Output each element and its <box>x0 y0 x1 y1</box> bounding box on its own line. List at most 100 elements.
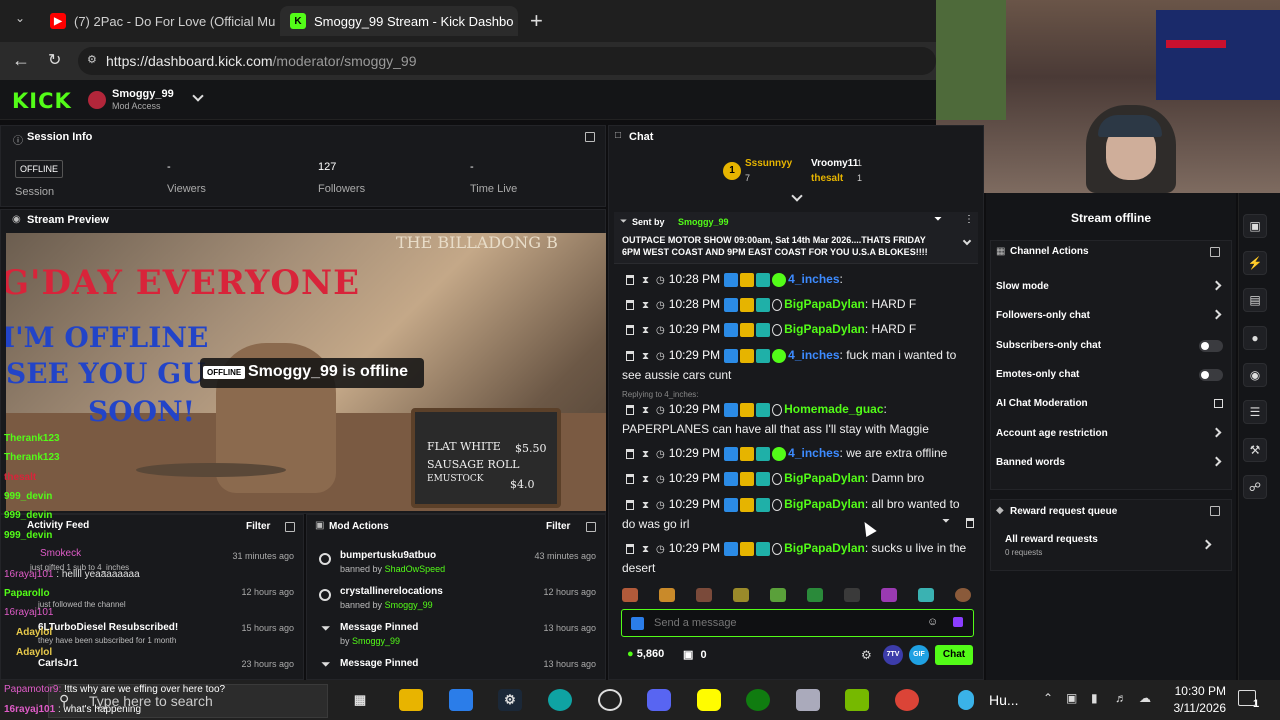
expand-icon[interactable] <box>1210 247 1220 257</box>
chat-message[interactable]: ⧗ ◷ 10:28 PM 4_inches: <box>622 270 974 290</box>
share-icon[interactable]: ☍ <box>1243 475 1267 499</box>
weather-text[interactable]: Hu... <box>989 692 1019 708</box>
hourglass-icon[interactable]: ⧗ <box>642 497 649 515</box>
emote-icon[interactable] <box>770 588 786 602</box>
7tv-button[interactable]: 7TV <box>883 645 903 665</box>
file-explorer-icon[interactable] <box>399 689 423 711</box>
hourglass-icon[interactable]: ⧗ <box>642 471 649 489</box>
hourglass-icon[interactable]: ⧗ <box>642 446 649 464</box>
expand-icon[interactable] <box>586 522 596 532</box>
hourglass-icon[interactable]: ⧗ <box>642 297 649 315</box>
site-info-icon[interactable]: ⚙ <box>87 53 97 66</box>
ai-moderation-item[interactable]: AI Chat Moderation <box>996 398 1088 409</box>
delete-icon[interactable] <box>626 473 634 484</box>
message-username[interactable]: BigPapaDylan <box>784 471 865 485</box>
tab-list-button[interactable]: ⌄ <box>10 11 30 31</box>
message-username[interactable]: BigPapaDylan <box>784 541 865 555</box>
tray-icon[interactable]: ▣ <box>1066 691 1077 705</box>
new-tab-button[interactable]: + <box>530 8 543 34</box>
wrench-icon[interactable]: ⚒ <box>1243 438 1267 462</box>
obs-icon[interactable] <box>598 689 622 711</box>
back-icon[interactable]: ← <box>12 50 30 71</box>
emote-icon[interactable] <box>807 588 823 602</box>
gear-icon[interactable]: ⚙ <box>861 648 872 662</box>
chat-message[interactable]: ⧗ ◷ 10:29 PM 4_inches: we are extra offline <box>622 444 974 464</box>
expand-icon[interactable] <box>1210 506 1220 516</box>
edge-icon[interactable] <box>548 689 572 711</box>
message-username[interactable]: Homemade_guac <box>784 402 883 416</box>
browser-tab-kick[interactable]: K Smoggy_99 Stream - Kick Dashbo ✕ <box>280 6 518 36</box>
kick-logo[interactable]: KICK <box>12 89 72 113</box>
slow-mode-item[interactable]: Slow mode <box>996 281 1049 292</box>
delete-icon[interactable] <box>966 518 974 528</box>
followers-only-item[interactable]: Followers-only chat <box>996 310 1090 321</box>
hourglass-icon[interactable]: ⧗ <box>642 348 649 366</box>
emotes-only-toggle[interactable] <box>1199 369 1223 381</box>
chat-message[interactable]: ⧗ ◷ 10:29 PM BigPapaDylan: HARD F <box>622 320 974 340</box>
more-icon[interactable]: ⋮ <box>964 214 974 225</box>
chat-bubble-icon[interactable]: ● <box>1243 326 1267 350</box>
expand-icon[interactable] <box>285 522 295 532</box>
subscribers-only-toggle[interactable] <box>1199 340 1223 352</box>
hourglass-icon[interactable]: ⧗ <box>642 272 649 290</box>
chat-message[interactable]: ⧗ ◷ 10:29 PM BigPapaDylan: sucks u live in … <box>622 539 974 577</box>
chat-message[interactable]: ⧗ ◷ 10:29 PM 4_inches: fuck man i wanted to… <box>622 346 974 384</box>
chevron-up-icon[interactable]: ⌃ <box>1043 691 1053 705</box>
chat-message[interactable]: ⧗ ◷ 10:29 PM BigPapaDylan: Damn bro <box>622 469 974 489</box>
message-username[interactable]: 4_inches <box>788 272 839 286</box>
emote-icon[interactable] <box>881 588 897 602</box>
list-icon[interactable]: ☰ <box>1243 400 1267 424</box>
volume-icon[interactable]: ♬ <box>1115 691 1127 705</box>
emote-icon[interactable] <box>659 588 675 602</box>
broadcast-icon[interactable]: ◉ <box>1243 363 1267 387</box>
chat-message[interactable]: ⧗ ◷ 10:28 PM BigPapaDylan: HARD F <box>622 295 974 315</box>
gif-button[interactable]: GIF <box>909 645 929 665</box>
weather-icon[interactable] <box>958 690 974 710</box>
chevron-down-icon[interactable] <box>192 90 204 102</box>
steam-icon[interactable]: ⚙ <box>498 689 522 711</box>
close-icon[interactable]: ✕ <box>513 13 518 30</box>
gift-display[interactable]: ▣ 0 <box>683 648 707 661</box>
hourglass-icon[interactable]: ⧗ <box>642 402 649 420</box>
chat-message[interactable]: ⧗ ◷ 10:29 PM BigPapaDylan: all bro wanted t… <box>622 495 974 533</box>
chat-input-box[interactable]: ☺ <box>621 609 974 637</box>
nvidia-icon[interactable] <box>845 689 869 711</box>
store-icon[interactable] <box>449 689 473 711</box>
task-view-icon[interactable]: ▦ <box>348 689 372 711</box>
delete-icon[interactable] <box>626 324 634 335</box>
filter-button[interactable]: Filter <box>546 521 570 532</box>
delete-icon[interactable] <box>626 499 634 510</box>
emote-picker-icon[interactable] <box>953 617 963 627</box>
emote-icon[interactable] <box>696 588 712 602</box>
send-chat-button[interactable]: Chat <box>935 645 973 665</box>
app-icon[interactable] <box>796 689 820 711</box>
delete-icon[interactable] <box>626 299 634 310</box>
url-field[interactable]: ⚙ https://dashboard.kick.com/moderator/s… <box>78 47 936 75</box>
message-username[interactable]: BigPapaDylan <box>784 297 865 311</box>
clock-date[interactable]: 3/11/2026 <box>1160 701 1227 715</box>
external-link-icon[interactable] <box>1214 399 1223 408</box>
hourglass-icon[interactable]: ⧗ <box>642 322 649 340</box>
extension-icon[interactable] <box>631 617 644 630</box>
message-username[interactable]: 4_inches <box>788 348 839 362</box>
lightning-icon[interactable]: ⚡ <box>1243 251 1267 275</box>
discord-icon[interactable] <box>647 689 671 711</box>
emote-icon[interactable] <box>733 588 749 602</box>
emote-icon[interactable] <box>622 588 638 602</box>
xbox-icon[interactable] <box>746 689 770 711</box>
points-display[interactable]: ● 5,860 <box>627 648 664 660</box>
reload-icon[interactable]: ↻ <box>48 50 61 70</box>
hourglass-icon[interactable]: ⧗ <box>642 541 649 559</box>
document-icon[interactable]: ▤ <box>1243 288 1267 312</box>
chat-input[interactable] <box>654 614 914 632</box>
camera-icon[interactable]: ▣ <box>1243 214 1267 238</box>
chevron-down-icon[interactable] <box>962 236 972 246</box>
emote-icon[interactable] <box>955 588 971 602</box>
browser-tab-youtube[interactable]: ▶ (7) 2Pac - Do For Love (Official Mu ✕ <box>40 6 280 36</box>
reward-item[interactable]: All reward requests <box>1005 534 1098 545</box>
banned-words-item[interactable]: Banned words <box>996 457 1065 468</box>
usb-icon[interactable]: ▮ <box>1091 691 1098 705</box>
chrome-icon[interactable] <box>895 689 919 711</box>
expand-icon[interactable] <box>585 132 595 142</box>
delete-icon[interactable] <box>626 274 634 285</box>
